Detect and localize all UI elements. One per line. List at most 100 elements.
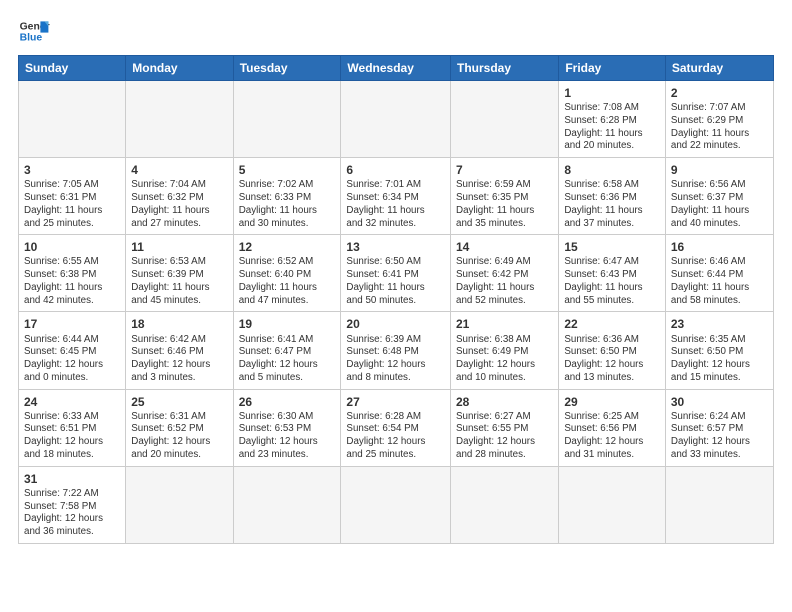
calendar-cell: 2Sunrise: 7:07 AM Sunset: 6:29 PM Daylig… [665,81,773,158]
day-info: Sunrise: 6:30 AM Sunset: 6:53 PM Dayligh… [239,411,336,462]
calendar-cell: 22Sunrise: 6:36 AM Sunset: 6:50 PM Dayli… [559,312,666,389]
calendar-cell [19,81,126,158]
day-info: Sunrise: 7:04 AM Sunset: 6:32 PM Dayligh… [131,179,227,230]
day-number: 21 [456,316,553,332]
calendar-cell: 31Sunrise: 7:22 AM Sunset: 7:58 PM Dayli… [19,466,126,543]
day-number: 27 [346,394,445,410]
day-info: Sunrise: 7:05 AM Sunset: 6:31 PM Dayligh… [24,179,120,230]
logo: General Blue [18,15,50,47]
day-info: Sunrise: 6:27 AM Sunset: 6:55 PM Dayligh… [456,411,553,462]
calendar-cell: 9Sunrise: 6:56 AM Sunset: 6:37 PM Daylig… [665,158,773,235]
calendar-cell: 8Sunrise: 6:58 AM Sunset: 6:36 PM Daylig… [559,158,666,235]
calendar-cell: 10Sunrise: 6:55 AM Sunset: 6:38 PM Dayli… [19,235,126,312]
day-info: Sunrise: 6:39 AM Sunset: 6:48 PM Dayligh… [346,334,445,385]
calendar-cell: 30Sunrise: 6:24 AM Sunset: 6:57 PM Dayli… [665,389,773,466]
calendar-cell: 15Sunrise: 6:47 AM Sunset: 6:43 PM Dayli… [559,235,666,312]
day-info: Sunrise: 7:01 AM Sunset: 6:34 PM Dayligh… [346,179,445,230]
day-info: Sunrise: 6:46 AM Sunset: 6:44 PM Dayligh… [671,256,768,307]
day-info: Sunrise: 7:08 AM Sunset: 6:28 PM Dayligh… [564,102,660,153]
weekday-header-thursday: Thursday [451,56,559,81]
page: General Blue SundayMondayTuesdayWednesda… [0,0,792,612]
calendar-cell [126,81,233,158]
day-info: Sunrise: 6:58 AM Sunset: 6:36 PM Dayligh… [564,179,660,230]
day-number: 6 [346,162,445,178]
calendar-cell: 4Sunrise: 7:04 AM Sunset: 6:32 PM Daylig… [126,158,233,235]
calendar-cell: 11Sunrise: 6:53 AM Sunset: 6:39 PM Dayli… [126,235,233,312]
day-info: Sunrise: 6:56 AM Sunset: 6:37 PM Dayligh… [671,179,768,230]
calendar-cell [451,81,559,158]
day-number: 8 [564,162,660,178]
calendar-cell: 19 Sunrise: 6:41 AM Sunset: 6:47 PM Dayli… [233,312,341,389]
day-number: 5 [239,162,336,178]
weekday-header-monday: Monday [126,56,233,81]
calendar-cell: 27Sunrise: 6:28 AM Sunset: 6:54 PM Dayli… [341,389,451,466]
day-number: 1 [564,85,660,101]
day-number: 7 [456,162,553,178]
week-row-3: 10Sunrise: 6:55 AM Sunset: 6:38 PM Dayli… [19,235,774,312]
day-number: 28 [456,394,553,410]
calendar-cell: 7Sunrise: 6:59 AM Sunset: 6:35 PM Daylig… [451,158,559,235]
day-info: Sunrise: 6:49 AM Sunset: 6:42 PM Dayligh… [456,256,553,307]
calendar: SundayMondayTuesdayWednesdayThursdayFrid… [18,55,774,544]
weekday-header-row: SundayMondayTuesdayWednesdayThursdayFrid… [19,56,774,81]
calendar-cell: 17Sunrise: 6:44 AM Sunset: 6:45 PM Dayli… [19,312,126,389]
calendar-cell: 1Sunrise: 7:08 AM Sunset: 6:28 PM Daylig… [559,81,666,158]
calendar-cell [233,81,341,158]
day-info: Sunrise: 6:53 AM Sunset: 6:39 PM Dayligh… [131,256,227,307]
week-row-4: 17Sunrise: 6:44 AM Sunset: 6:45 PM Dayli… [19,312,774,389]
week-row-2: 3Sunrise: 7:05 AM Sunset: 6:31 PM Daylig… [19,158,774,235]
day-info: Sunrise: 6:47 AM Sunset: 6:43 PM Dayligh… [564,256,660,307]
calendar-cell [665,466,773,543]
calendar-cell [126,466,233,543]
day-info: Sunrise: 7:02 AM Sunset: 6:33 PM Dayligh… [239,179,336,230]
day-number: 24 [24,394,120,410]
day-number: 30 [671,394,768,410]
day-number: 10 [24,239,120,255]
calendar-cell: 25Sunrise: 6:31 AM Sunset: 6:52 PM Dayli… [126,389,233,466]
weekday-header-friday: Friday [559,56,666,81]
day-number: 4 [131,162,227,178]
day-number: 11 [131,239,227,255]
day-info: Sunrise: 6:24 AM Sunset: 6:57 PM Dayligh… [671,411,768,462]
day-number: 14 [456,239,553,255]
calendar-cell: 12Sunrise: 6:52 AM Sunset: 6:40 PM Dayli… [233,235,341,312]
day-number: 2 [671,85,768,101]
day-number: 22 [564,316,660,332]
day-info: Sunrise: 7:07 AM Sunset: 6:29 PM Dayligh… [671,102,768,153]
day-number: 16 [671,239,768,255]
day-number: 23 [671,316,768,332]
day-info: Sunrise: 6:41 AM Sunset: 6:47 PM Dayligh… [239,334,336,385]
day-info: Sunrise: 6:42 AM Sunset: 6:46 PM Dayligh… [131,334,227,385]
day-number: 15 [564,239,660,255]
week-row-1: 1Sunrise: 7:08 AM Sunset: 6:28 PM Daylig… [19,81,774,158]
calendar-cell: 13Sunrise: 6:50 AM Sunset: 6:41 PM Dayli… [341,235,451,312]
day-number: 9 [671,162,768,178]
day-info: Sunrise: 6:59 AM Sunset: 6:35 PM Dayligh… [456,179,553,230]
calendar-cell [559,466,666,543]
calendar-cell: 28Sunrise: 6:27 AM Sunset: 6:55 PM Dayli… [451,389,559,466]
day-info: Sunrise: 6:28 AM Sunset: 6:54 PM Dayligh… [346,411,445,462]
day-number: 18 [131,316,227,332]
calendar-cell: 23Sunrise: 6:35 AM Sunset: 6:50 PM Dayli… [665,312,773,389]
calendar-cell: 29Sunrise: 6:25 AM Sunset: 6:56 PM Dayli… [559,389,666,466]
calendar-cell: 5Sunrise: 7:02 AM Sunset: 6:33 PM Daylig… [233,158,341,235]
calendar-cell [341,466,451,543]
day-info: Sunrise: 6:25 AM Sunset: 6:56 PM Dayligh… [564,411,660,462]
calendar-cell [341,81,451,158]
day-number: 29 [564,394,660,410]
day-info: Sunrise: 6:55 AM Sunset: 6:38 PM Dayligh… [24,256,120,307]
calendar-cell: 16Sunrise: 6:46 AM Sunset: 6:44 PM Dayli… [665,235,773,312]
header: General Blue [18,15,774,47]
calendar-cell [233,466,341,543]
calendar-cell: 21 Sunrise: 6:38 AM Sunset: 6:49 PM Dayli… [451,312,559,389]
day-number: 13 [346,239,445,255]
calendar-cell: 26Sunrise: 6:30 AM Sunset: 6:53 PM Dayli… [233,389,341,466]
calendar-cell: 6Sunrise: 7:01 AM Sunset: 6:34 PM Daylig… [341,158,451,235]
day-number: 19 [239,316,336,332]
logo-icon: General Blue [18,15,50,47]
calendar-cell [451,466,559,543]
day-info: Sunrise: 6:38 AM Sunset: 6:49 PM Dayligh… [456,334,553,385]
day-number: 3 [24,162,120,178]
day-info: Sunrise: 7:22 AM Sunset: 7:58 PM Dayligh… [24,488,120,539]
day-info: Sunrise: 6:44 AM Sunset: 6:45 PM Dayligh… [24,334,120,385]
